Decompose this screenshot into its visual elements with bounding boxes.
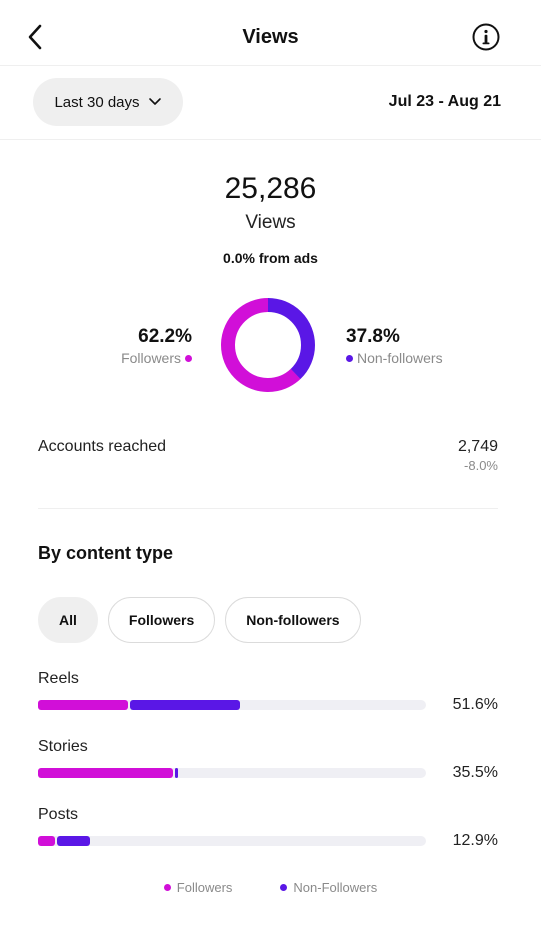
followers-dot-icon xyxy=(163,884,171,891)
legend-followers-label: Followers xyxy=(176,880,233,895)
followers-percent: 62.2% xyxy=(138,326,192,347)
non-followers-dot-icon xyxy=(280,884,288,891)
top-bar: Views xyxy=(0,0,541,66)
followers-dot-icon xyxy=(185,354,192,362)
accounts-reached-value: 2,749 xyxy=(457,438,498,455)
date-range-selected: Last 30 days xyxy=(54,93,140,111)
followers-summary: 62.2% Followers xyxy=(80,326,192,366)
content-type-label: Stories xyxy=(38,738,88,755)
content-type-percent: 51.6% xyxy=(452,696,498,713)
content-type-stories: Stories 35.5% xyxy=(38,738,498,781)
followers-bar-segment xyxy=(38,768,173,778)
content-type-percent: 12.9% xyxy=(452,832,498,849)
accounts-reached-change: -8.0% xyxy=(464,458,498,473)
legend-followers: Followers xyxy=(163,880,233,895)
ads-share: 0.0% from ads xyxy=(223,250,318,266)
non-followers-bar-segment xyxy=(130,700,241,710)
legend-non-followers-label: Non-Followers xyxy=(293,880,378,895)
content-type-label: Posts xyxy=(38,806,79,823)
accounts-reached-label: Accounts reached xyxy=(38,438,167,455)
followers-label: Followers xyxy=(121,350,181,366)
total-views-label: Views xyxy=(245,212,296,233)
page-title: Views xyxy=(242,26,299,48)
content-type-bar-track xyxy=(38,768,426,778)
info-button[interactable] xyxy=(471,22,501,52)
chevron-down-icon xyxy=(148,98,161,105)
content-type-label: Reels xyxy=(38,670,79,687)
audience-donut-chart xyxy=(221,298,315,392)
content-type-reels: Reels 51.6% xyxy=(38,670,498,713)
non-followers-percent: 37.8% xyxy=(346,326,400,347)
followers-bar-segment xyxy=(38,700,129,710)
non-followers-label: Non-followers xyxy=(357,350,443,366)
section-title: By content type xyxy=(38,543,174,563)
non-followers-bar-segment xyxy=(57,836,91,846)
filter-chip-non-followers[interactable]: Non-followers xyxy=(225,597,361,643)
content-type-bar-track xyxy=(38,700,426,710)
non-followers-summary: 37.8% Non-followers xyxy=(346,326,496,366)
content-type-bar-track xyxy=(38,836,426,846)
content-type-percent: 35.5% xyxy=(452,764,498,781)
date-range-text: Jul 23 - Aug 21 xyxy=(388,93,501,110)
total-views: 25,286 xyxy=(224,172,317,205)
followers-bar-segment xyxy=(38,836,56,846)
divider xyxy=(38,508,498,509)
filter-chip-followers[interactable]: Followers xyxy=(107,597,216,643)
info-icon xyxy=(472,23,500,51)
date-range-selector[interactable]: Last 30 days xyxy=(33,78,183,126)
non-followers-dot-icon xyxy=(346,354,353,362)
legend-non-followers: Non-Followers xyxy=(280,880,377,895)
chart-legend: Followers Non-Followers xyxy=(0,880,541,895)
date-range-bar: Last 30 days Jul 23 - Aug 21 xyxy=(0,66,541,140)
audience-filter-chips: All Followers Non-followers xyxy=(38,597,361,643)
filter-chip-all[interactable]: All xyxy=(38,597,98,643)
content-type-posts: Posts 12.9% xyxy=(38,806,498,849)
non-followers-bar-segment xyxy=(174,768,178,778)
